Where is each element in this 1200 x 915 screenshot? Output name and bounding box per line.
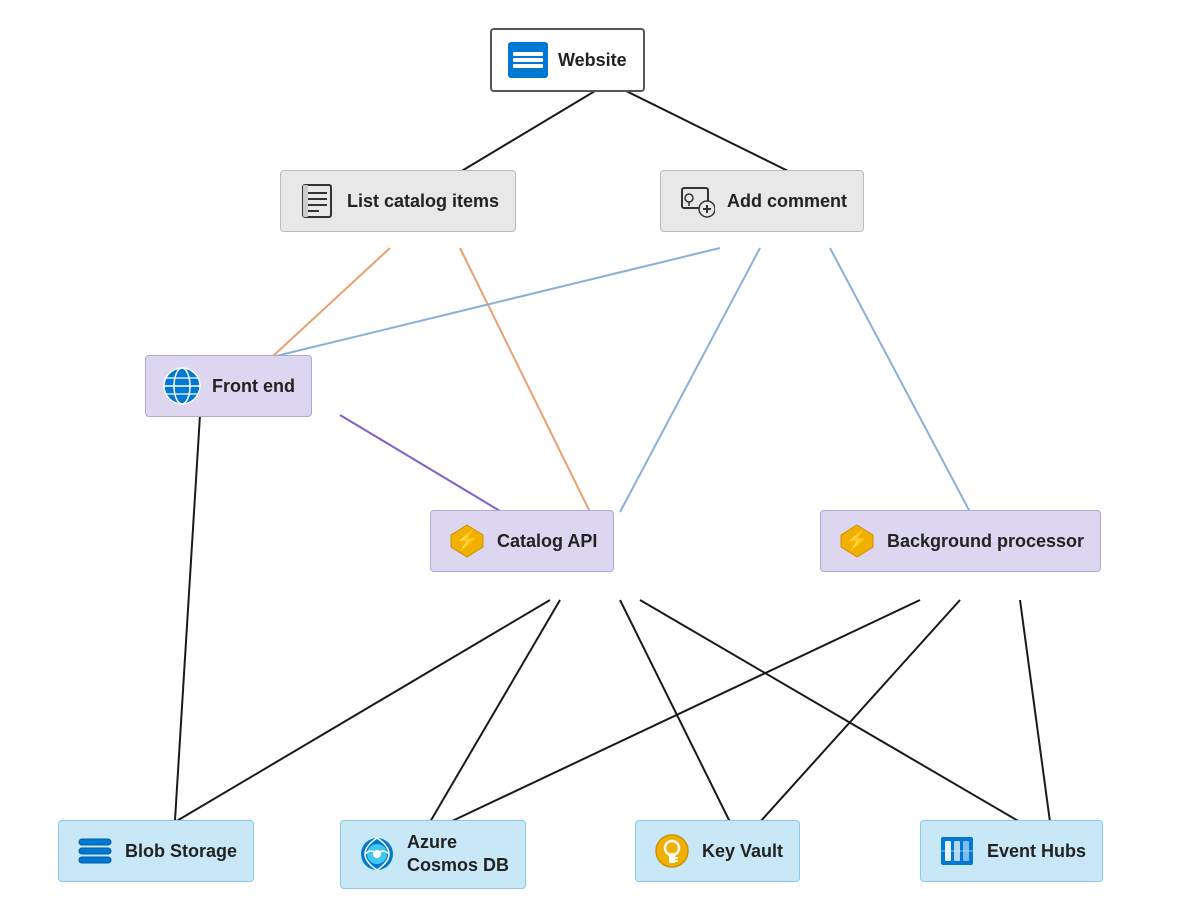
bg-processor-icon: ⚡ bbox=[837, 521, 877, 561]
frontend-label: Front end bbox=[212, 376, 295, 397]
key-vault-node: Key Vault bbox=[635, 820, 800, 882]
bg-processor-label: Background processor bbox=[887, 531, 1084, 552]
list-catalog-icon bbox=[297, 181, 337, 221]
blob-storage-icon bbox=[75, 831, 115, 871]
bg-processor-node: ⚡ Background processor bbox=[820, 510, 1101, 572]
architecture-diagram: Website List catalog items bbox=[0, 0, 1200, 915]
frontend-node: Front end bbox=[145, 355, 312, 417]
cosmos-db-label: Azure Cosmos DB bbox=[407, 831, 509, 878]
catalog-api-label: Catalog API bbox=[497, 531, 597, 552]
website-icon bbox=[508, 40, 548, 80]
blob-storage-label: Blob Storage bbox=[125, 841, 237, 862]
add-comment-label: Add comment bbox=[727, 191, 847, 212]
cosmos-db-icon bbox=[357, 834, 397, 874]
add-comment-icon bbox=[677, 181, 717, 221]
website-node: Website bbox=[490, 28, 645, 92]
list-catalog-label: List catalog items bbox=[347, 191, 499, 212]
frontend-icon bbox=[162, 366, 202, 406]
blob-storage-node: Blob Storage bbox=[58, 820, 254, 882]
svg-text:⚡: ⚡ bbox=[845, 528, 870, 552]
connection-lines bbox=[0, 0, 1200, 915]
event-hubs-node: Event Hubs bbox=[920, 820, 1103, 882]
key-vault-label: Key Vault bbox=[702, 841, 783, 862]
list-catalog-node: List catalog items bbox=[280, 170, 516, 232]
event-hubs-icon bbox=[937, 831, 977, 871]
svg-text:⚡: ⚡ bbox=[455, 528, 480, 552]
catalog-api-node: ⚡ Catalog API bbox=[430, 510, 614, 572]
website-label: Website bbox=[558, 50, 627, 71]
add-comment-node: Add comment bbox=[660, 170, 864, 232]
catalog-api-icon: ⚡ bbox=[447, 521, 487, 561]
cosmos-db-node: Azure Cosmos DB bbox=[340, 820, 526, 889]
key-vault-icon bbox=[652, 831, 692, 871]
event-hubs-label: Event Hubs bbox=[987, 841, 1086, 862]
